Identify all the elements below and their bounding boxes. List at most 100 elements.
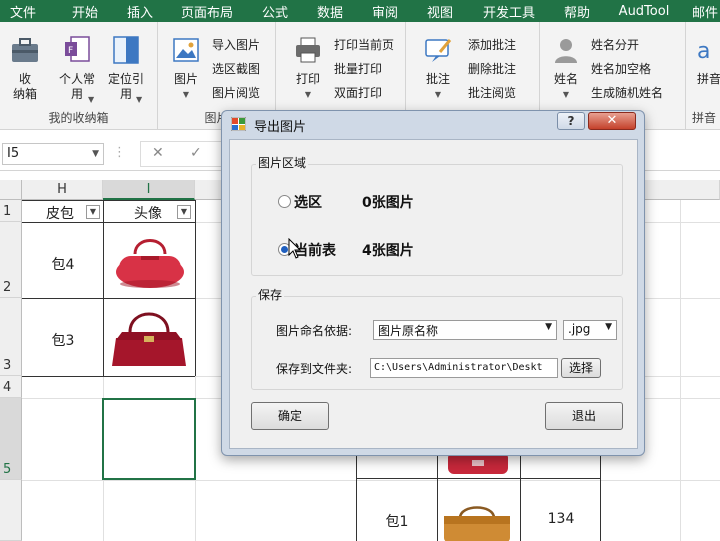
personal-common-button[interactable]: F 个人常 用 ▼ xyxy=(54,34,100,104)
row-header-5[interactable]: 5 xyxy=(0,398,22,480)
tab-mail[interactable]: 邮件 xyxy=(690,2,720,21)
name-box[interactable]: I5 ▼ xyxy=(2,143,104,165)
tab-insert[interactable]: 插入 xyxy=(125,2,155,21)
dark-red-handbag-image[interactable] xyxy=(108,302,190,372)
naming-label: 图片命名依据: xyxy=(276,324,353,338)
radio-selection-label[interactable]: 选区 xyxy=(294,192,322,212)
comment-button[interactable]: 批注 ▼ xyxy=(420,34,456,102)
name-button[interactable]: 姓名 ▼ xyxy=(548,34,584,102)
table-border xyxy=(356,478,600,479)
personal-form-icon: F xyxy=(65,36,90,62)
row-header-6[interactable] xyxy=(0,480,22,541)
table-border xyxy=(356,454,357,541)
folder-label: 保存到文件夹: xyxy=(276,362,353,376)
toolbox-icon xyxy=(12,38,38,62)
picture-label: 图片 xyxy=(173,72,198,86)
browse-button[interactable]: 选择 xyxy=(561,358,601,378)
chevron-down-icon[interactable]: ▼ xyxy=(92,149,99,159)
picture-browse-button[interactable]: 图片阅览 xyxy=(212,84,260,101)
tab-formulas[interactable]: 公式 xyxy=(260,2,290,21)
comment-pen-icon xyxy=(425,39,452,62)
selection-screenshot-button[interactable]: 选区截图 xyxy=(212,60,260,77)
split-name-button[interactable]: 姓名分开 xyxy=(591,36,639,53)
help-button[interactable]: ? xyxy=(557,112,585,130)
chevron-down-icon: ▼ xyxy=(88,95,95,104)
picture-button[interactable]: 图片 ▼ xyxy=(166,34,206,102)
filter-dropdown-icon[interactable]: ▼ xyxy=(177,205,191,219)
tab-developer[interactable]: 开发工具 xyxy=(480,2,538,21)
mouse-cursor-icon xyxy=(288,238,302,259)
print-button[interactable]: 打印 ▼ xyxy=(290,34,326,102)
name-label: 姓名 xyxy=(553,72,578,86)
random-name-button[interactable]: 生成随机姓名 xyxy=(591,84,663,101)
pinyin-button-label: 拼音 xyxy=(696,72,720,86)
delete-comment-button[interactable]: 删除批注 xyxy=(468,60,516,77)
tab-view[interactable]: 视图 xyxy=(425,2,455,21)
header-cell-bag[interactable]: 皮包 xyxy=(40,203,80,223)
locate-icon xyxy=(113,36,139,64)
red-handbag-image[interactable] xyxy=(113,232,187,290)
save-legend: 保存 xyxy=(256,286,285,303)
app-window-icon xyxy=(231,117,246,131)
dialog-body: 图片区域 选区 0张图片 当前表 4张图片 保存 图片命名依据: 图片原名称 ▼… xyxy=(229,139,638,449)
dialog-title-bar[interactable]: 导出图片 ? ✕ xyxy=(222,111,644,137)
extension-select[interactable]: .jpg ▼ xyxy=(563,320,617,340)
row-header-1[interactable]: 1 xyxy=(0,200,22,222)
table-border xyxy=(195,200,196,376)
add-comment-button[interactable]: 添加批注 xyxy=(468,36,516,53)
enter-icon[interactable]: ✓ xyxy=(190,145,202,161)
tab-help[interactable]: 帮助 xyxy=(562,2,592,21)
cancel-icon[interactable]: ✕ xyxy=(152,145,164,161)
svg-text:F: F xyxy=(68,46,73,56)
duplex-print-button[interactable]: 双面打印 xyxy=(334,84,382,101)
brown-bag-image[interactable] xyxy=(438,502,516,541)
table-border xyxy=(103,200,104,376)
row-header-4[interactable]: 4 xyxy=(0,376,22,398)
collect-box-button[interactable]: 收 纳箱 xyxy=(6,34,44,102)
pinyin-button[interactable]: a 拼音 xyxy=(692,34,720,87)
locate-ref-button[interactable]: 定位引 用 ▼ xyxy=(104,34,148,104)
batch-print-button[interactable]: 批量打印 xyxy=(334,60,382,77)
ribbon-tab-bar: 文件 开始 插入 页面布局 公式 数据 审阅 视图 开发工具 帮助 AudToo… xyxy=(0,0,720,22)
collect-box-label: 收 纳箱 xyxy=(12,72,37,101)
tab-home[interactable]: 开始 xyxy=(70,2,100,21)
table-cell[interactable]: 包4 xyxy=(40,254,86,274)
chevron-down-icon: ▼ xyxy=(562,90,570,99)
group-pinyin: a 拼音 拼音 xyxy=(686,22,720,130)
comment-label: 批注 xyxy=(425,72,450,86)
name-box-value: I5 xyxy=(7,146,20,161)
import-pictures-button[interactable]: 导入图片 xyxy=(212,36,260,53)
exit-button[interactable]: 退出 xyxy=(545,402,623,430)
selected-cell-i5[interactable] xyxy=(102,398,196,480)
tab-review[interactable]: 审阅 xyxy=(370,2,400,21)
group-my-box: 收 纳箱 F 个人常 用 ▼ 定位引 用 ▼ 我的收纳箱 xyxy=(0,22,158,130)
folder-path-input[interactable]: C:\Users\Administrator\Deskt xyxy=(370,358,558,378)
table-cell[interactable]: 包3 xyxy=(40,330,86,350)
gridline xyxy=(680,200,681,541)
chevron-down-icon[interactable]: ▼ xyxy=(545,322,552,332)
name-add-space-button[interactable]: 姓名加空格 xyxy=(591,60,651,77)
row-header-2[interactable]: 2 xyxy=(0,222,22,298)
table-border xyxy=(520,454,521,541)
header-cell-avatar[interactable]: 头像 xyxy=(128,203,168,223)
close-button[interactable]: ✕ xyxy=(588,112,636,130)
column-header-i[interactable]: I xyxy=(103,180,195,200)
print-label: 打印 xyxy=(295,72,320,86)
ok-button[interactable]: 确定 xyxy=(251,402,329,430)
filter-dropdown-icon[interactable]: ▼ xyxy=(86,205,100,219)
column-header-h[interactable]: H xyxy=(22,180,103,200)
print-current-page-button[interactable]: 打印当前页 xyxy=(334,36,394,53)
select-all-corner[interactable] xyxy=(0,180,22,200)
naming-select[interactable]: 图片原名称 ▼ xyxy=(373,320,557,340)
tab-page-layout[interactable]: 页面布局 xyxy=(178,2,236,21)
table-cell[interactable]: 包1 xyxy=(376,511,418,531)
comment-browse-button[interactable]: 批注阅览 xyxy=(468,84,516,101)
tab-data[interactable]: 数据 xyxy=(315,2,345,21)
tab-audtool[interactable]: AudTool xyxy=(614,4,674,19)
row-header-3[interactable]: 3 xyxy=(0,298,22,376)
tab-file[interactable]: 文件 xyxy=(8,2,38,21)
table-cell[interactable]: 134 xyxy=(536,511,586,527)
group-label: 拼音 xyxy=(692,111,717,125)
chevron-down-icon[interactable]: ▼ xyxy=(605,322,612,332)
radio-selection[interactable] xyxy=(278,195,291,208)
